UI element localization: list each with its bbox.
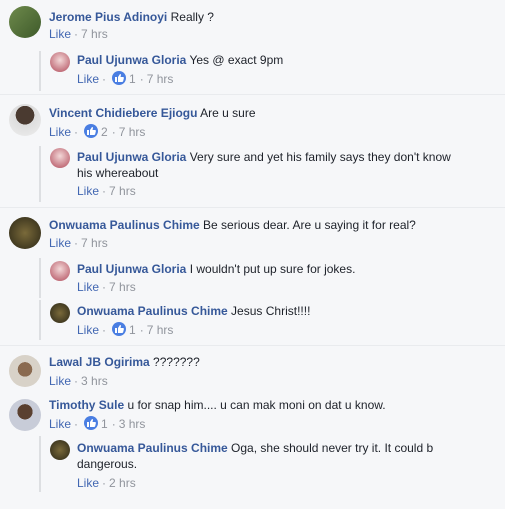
timestamp[interactable]: 7 hrs — [109, 280, 136, 294]
avatar[interactable] — [9, 217, 41, 249]
timestamp[interactable]: 3 hrs — [81, 374, 108, 388]
timestamp[interactable]: 7 hrs — [147, 323, 174, 337]
avatar[interactable] — [50, 440, 70, 460]
reaction-count[interactable]: 2 — [101, 125, 108, 139]
like-button[interactable]: Like — [49, 27, 71, 41]
reply-thread-line — [39, 258, 41, 298]
reply-thread-line — [39, 300, 41, 340]
avatar[interactable] — [50, 148, 70, 168]
separator: · — [74, 417, 79, 431]
separator: · — [74, 236, 79, 250]
avatar[interactable] — [9, 104, 41, 136]
reaction-count[interactable]: 1 — [129, 72, 136, 86]
like-thumb-icon — [84, 124, 99, 138]
divider — [0, 207, 505, 208]
timestamp[interactable]: 7 hrs — [81, 27, 108, 41]
timestamp[interactable]: 7 hrs — [147, 72, 174, 86]
separator: · — [139, 72, 144, 86]
separator: · — [102, 184, 107, 198]
separator: · — [74, 374, 79, 388]
comment-text-continued: his whereabout — [77, 166, 159, 180]
separator: · — [102, 72, 107, 86]
comment-text: Yes @ exact 9pm — [189, 53, 284, 67]
avatar[interactable] — [50, 303, 70, 323]
comment-text: I wouldn't put up sure for jokes. — [189, 262, 356, 276]
reaction-count[interactable]: 1 — [129, 323, 136, 337]
avatar[interactable] — [9, 355, 41, 387]
comment-author[interactable]: Paul Ujunwa Gloria — [77, 262, 186, 276]
timestamp[interactable]: 2 hrs — [109, 476, 136, 490]
like-button[interactable]: Like — [49, 236, 71, 250]
like-button[interactable]: Like — [77, 72, 99, 86]
comment-author[interactable]: Timothy Sule — [49, 398, 124, 412]
like-button[interactable]: Like — [77, 476, 99, 490]
comment-author[interactable]: Onwuama Paulinus Chime — [49, 218, 200, 232]
like-button[interactable]: Like — [77, 323, 99, 337]
comment-text: Are u sure — [200, 106, 256, 120]
separator: · — [111, 417, 116, 431]
separator: · — [102, 280, 107, 294]
avatar[interactable] — [50, 52, 70, 72]
like-button[interactable]: Like — [77, 280, 99, 294]
comment-text-continued: dangerous. — [77, 457, 138, 471]
separator: · — [102, 323, 107, 337]
timestamp[interactable]: 7 hrs — [109, 184, 136, 198]
comment-text: Oga, she should never try it. It could b — [231, 441, 434, 455]
like-thumb-icon — [112, 322, 127, 336]
like-button[interactable]: Like — [49, 417, 71, 431]
comment-author[interactable]: Onwuama Paulinus Chime — [77, 441, 228, 455]
timestamp[interactable]: 7 hrs — [119, 125, 146, 139]
comment-author[interactable]: Paul Ujunwa Gloria — [77, 53, 186, 67]
avatar[interactable] — [50, 261, 70, 281]
divider — [0, 345, 505, 346]
separator: · — [74, 125, 79, 139]
like-button[interactable]: Like — [49, 374, 71, 388]
timestamp[interactable]: 7 hrs — [81, 236, 108, 250]
comment-author[interactable]: Lawal JB Ogirima — [49, 355, 150, 369]
divider — [0, 94, 505, 95]
avatar[interactable] — [9, 399, 41, 431]
comment-text: Be serious dear. Are u saying it for rea… — [203, 218, 416, 232]
avatar[interactable] — [9, 6, 41, 38]
like-button[interactable]: Like — [77, 184, 99, 198]
comment-author[interactable]: Onwuama Paulinus Chime — [77, 304, 228, 318]
reply-thread-line — [39, 436, 41, 492]
timestamp[interactable]: 3 hrs — [119, 417, 146, 431]
comment-text: Jesus Christ!!!! — [231, 304, 311, 318]
reaction-count[interactable]: 1 — [101, 417, 108, 431]
like-button[interactable]: Like — [49, 125, 71, 139]
comment-text: u for snap him.... u can mak moni on dat… — [127, 398, 386, 412]
separator: · — [139, 323, 144, 337]
comment-author[interactable]: Paul Ujunwa Gloria — [77, 150, 186, 164]
comment-author[interactable]: Vincent Chidiebere Ejiogu — [49, 106, 197, 120]
comment-text: Very sure and yet his family says they d… — [189, 150, 451, 164]
like-thumb-icon — [112, 71, 127, 85]
reply-thread-line — [39, 146, 41, 202]
reply-thread-line — [39, 51, 41, 91]
like-thumb-icon — [84, 416, 99, 430]
separator: · — [111, 125, 116, 139]
separator: · — [102, 476, 107, 490]
separator: · — [74, 27, 79, 41]
comment-text: ??????? — [153, 355, 200, 369]
comment-author[interactable]: Jerome Pius Adinoyi — [49, 10, 167, 24]
comment-text: Really ? — [170, 10, 214, 24]
